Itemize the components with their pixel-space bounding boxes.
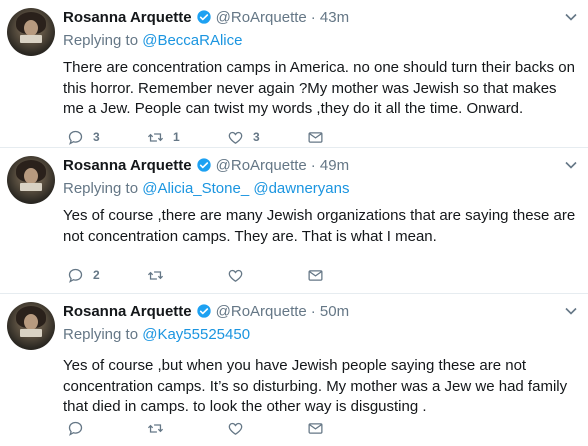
reply-button[interactable] (67, 420, 147, 437)
replying-to: Replying to @Alicia_Stone_ @dawneryans (63, 180, 580, 200)
reply-icon (68, 130, 83, 145)
tweet-text: Yes of course ,there are many Jewish org… (63, 207, 576, 245)
replying-to: Replying to @Kay55525450 (63, 326, 580, 346)
reply-icon (68, 421, 83, 436)
retweet-icon (147, 132, 164, 142)
reply-button[interactable]: 3 (67, 129, 147, 146)
replying-to: Replying to @BeccaRAlice (63, 32, 580, 52)
tweet-actions: 2 (67, 265, 387, 285)
retweet-count: 1 (173, 130, 180, 144)
message-button[interactable] (307, 129, 387, 146)
tweet-time[interactable]: · 50m (311, 303, 349, 320)
retweet-button[interactable]: 1 (147, 129, 227, 146)
author-handle[interactable]: @RoArquette (216, 157, 307, 174)
tweet-header: Rosanna Arquette @RoArquette · 43m (63, 6, 580, 28)
reply-count: 2 (93, 268, 100, 282)
like-button[interactable]: 3 (227, 129, 307, 146)
author-name[interactable]: Rosanna Arquette (63, 9, 192, 26)
like-button[interactable] (227, 267, 307, 284)
mention-link[interactable]: @BeccaRAlice (142, 32, 242, 49)
tweet-header: Rosanna Arquette @RoArquette · 50m (63, 300, 580, 322)
retweet-button[interactable] (147, 267, 227, 284)
tweet-time[interactable]: · 49m (311, 157, 349, 174)
mention-link[interactable]: @Alicia_Stone_ (142, 180, 249, 197)
tweet-text: Yes of course ,but when you have Jewish … (63, 357, 568, 415)
verified-badge-icon (196, 10, 211, 24)
author-name[interactable]: Rosanna Arquette (63, 157, 192, 174)
replying-to-label: Replying to (63, 180, 139, 197)
message-button[interactable] (307, 420, 387, 437)
message-icon (308, 422, 323, 434)
mention-link[interactable]: @dawneryans (253, 180, 349, 197)
avatar[interactable] (7, 156, 55, 204)
reply-icon (68, 268, 83, 283)
replying-to-label: Replying to (63, 32, 139, 49)
reply-count: 3 (93, 130, 100, 144)
verified-badge-icon (196, 158, 211, 172)
avatar[interactable] (7, 302, 55, 350)
message-icon (308, 131, 323, 143)
reply-button[interactable]: 2 (67, 267, 147, 284)
author-handle[interactable]: @RoArquette (216, 303, 307, 320)
tweet-actions (67, 418, 387, 438)
message-icon (308, 269, 323, 281)
like-icon (228, 269, 243, 282)
tweet-text: There are concentration camps in America… (63, 59, 575, 117)
message-button[interactable] (307, 267, 387, 284)
tweet[interactable]: Rosanna Arquette @RoArquette · 43m Reply… (0, 0, 588, 148)
replying-to-label: Replying to (63, 326, 139, 343)
like-count: 3 (253, 130, 260, 144)
tweet[interactable]: Rosanna Arquette @RoArquette · 50m Reply… (0, 294, 588, 446)
retweet-button[interactable] (147, 420, 227, 437)
caret-down-icon[interactable] (564, 158, 578, 172)
like-icon (228, 422, 243, 435)
like-button[interactable] (227, 420, 307, 437)
verified-badge-icon (196, 304, 211, 318)
mention-link[interactable]: @Kay55525450 (142, 326, 250, 343)
author-name[interactable]: Rosanna Arquette (63, 303, 192, 320)
retweet-icon (147, 270, 164, 280)
tweet-actions: 3 1 3 (67, 127, 387, 147)
avatar[interactable] (7, 8, 55, 56)
like-icon (228, 131, 243, 144)
retweet-icon (147, 423, 164, 433)
caret-down-icon[interactable] (564, 10, 578, 24)
tweet[interactable]: Rosanna Arquette @RoArquette · 49m Reply… (0, 148, 588, 294)
tweet-time[interactable]: · 43m (311, 9, 349, 26)
tweet-header: Rosanna Arquette @RoArquette · 49m (63, 154, 580, 176)
author-handle[interactable]: @RoArquette (216, 9, 307, 26)
caret-down-icon[interactable] (564, 304, 578, 318)
